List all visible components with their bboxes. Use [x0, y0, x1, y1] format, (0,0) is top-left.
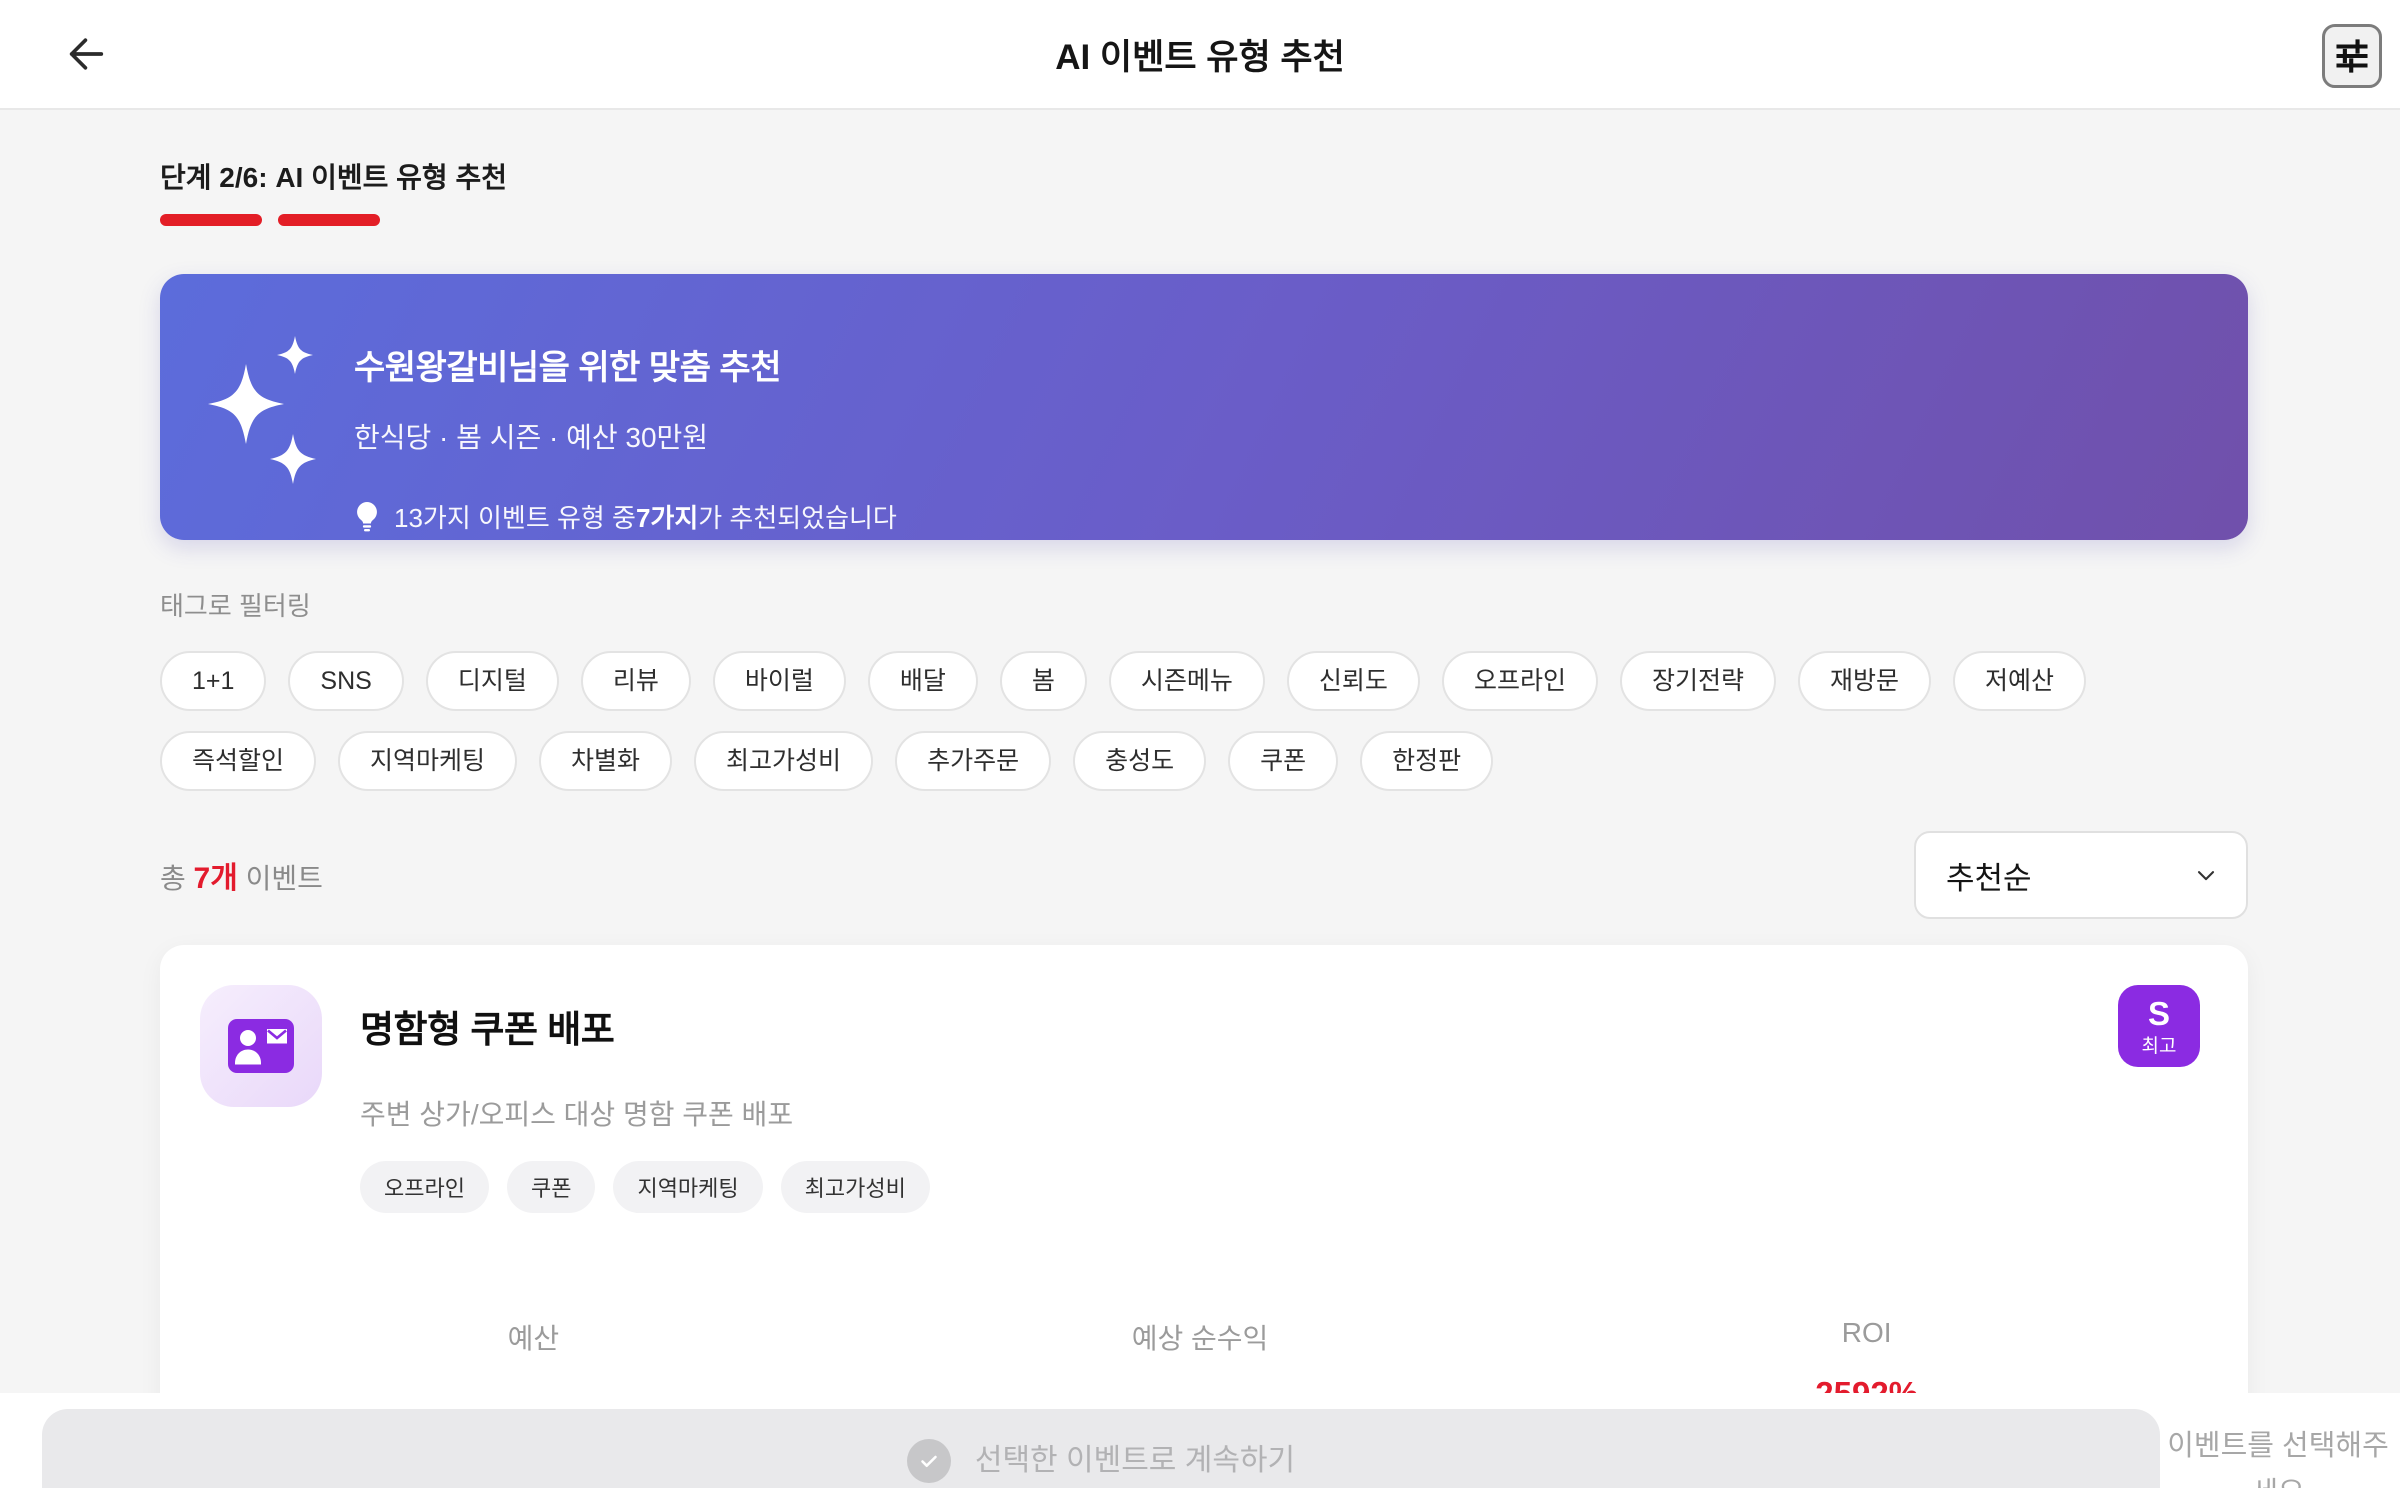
list-header: 총 7개 이벤트 추천순 [160, 831, 2248, 919]
event-tag: 지역마케팅 [613, 1161, 763, 1213]
event-tag-list: 오프라인 쿠폰 지역마케팅 최고가성비 [360, 1161, 2118, 1213]
arrow-left-icon [63, 31, 109, 77]
filter-settings-button[interactable] [2322, 24, 2382, 88]
chevron-down-icon [2192, 861, 2220, 889]
back-button[interactable] [54, 22, 118, 86]
stat-label: ROI [1841, 1317, 1892, 1348]
sparkles-icon [208, 336, 326, 506]
filter-section-label: 태그로 필터링 [160, 591, 311, 621]
filter-chip[interactable]: 최고가성비 [694, 731, 874, 791]
event-title: 명함형 쿠폰 배포 [360, 1009, 615, 1050]
banner-info-prefix: 13가지 이벤트 유형 중 [394, 503, 636, 533]
banner-info: 13가지 이벤트 유형 중 7가지 가 추천되었습니다 [354, 498, 897, 535]
grade-badge: S 최고 [2118, 985, 2200, 1067]
filter-chip[interactable]: 재방문 [1797, 651, 1931, 711]
banner-subtitle: 한식당 · 봄 시즌 · 예산 30만원 [354, 422, 709, 453]
continue-button-label: 선택한 이벤트로 계속하기 [974, 1444, 1296, 1477]
filter-chip[interactable]: 차별화 [539, 731, 673, 791]
filter-chip[interactable]: 신뢰도 [1286, 651, 1420, 711]
bottom-bar: 선택한 이벤트로 계속하기 이벤트를 선택해주세요 [0, 1393, 2400, 1488]
event-tag: 오프라인 [360, 1161, 489, 1213]
step-label: 단계 2/6: AI 이벤트 유형 추천 [160, 162, 507, 193]
stat-label: 예상 순수익 [1131, 1323, 1269, 1354]
sort-dropdown[interactable]: 추천순 [1914, 831, 2248, 919]
lightbulb-icon [354, 501, 380, 532]
filter-chip[interactable]: 장기전략 [1619, 651, 1776, 711]
banner-title: 수원왕갈비님을 위한 맞춤 추천 [354, 349, 781, 387]
filter-chip[interactable]: 저예산 [1952, 651, 2086, 711]
progress-segment [632, 214, 734, 226]
progress-segment [396, 214, 498, 226]
progress-bar [160, 214, 852, 226]
contact-card-icon [200, 985, 322, 1107]
filter-chip[interactable]: 디지털 [425, 651, 559, 711]
banner-info-suffix: 가 추천되었습니다 [698, 503, 897, 533]
filter-chip[interactable]: 한정판 [1360, 731, 1494, 791]
continue-button[interactable]: 선택한 이벤트로 계속하기 [42, 1409, 2160, 1488]
page-title: AI 이벤트 유형 추천 [1055, 37, 1345, 77]
filter-chip[interactable]: 리뷰 [580, 651, 691, 711]
filter-chip[interactable]: SNS [288, 651, 404, 711]
filter-chip[interactable]: 쿠폰 [1228, 731, 1339, 791]
grade-letter: S [2147, 994, 2170, 1032]
filter-chip[interactable]: 1+1 [160, 651, 267, 711]
progress-segment [750, 214, 852, 226]
filter-chip[interactable]: 지역마케팅 [338, 731, 518, 791]
sliders-icon [2333, 37, 2371, 75]
filter-chip[interactable]: 시즌메뉴 [1108, 651, 1265, 711]
filter-chip[interactable]: 오프라인 [1441, 651, 1598, 711]
event-card-head: 명함형 쿠폰 배포 주변 상가/오피스 대상 명함 쿠폰 배포 오프라인 쿠폰 지역… [200, 985, 2200, 1213]
progress-segment [278, 214, 380, 226]
progress-segment [160, 214, 262, 226]
filter-chip[interactable]: 바이럴 [712, 651, 846, 711]
filter-chip[interactable]: 봄 [999, 651, 1087, 711]
page: AI 이벤트 유형 추천 단계 2/6: AI 이벤트 유형 추천 수원왕갈비님… [0, 0, 2400, 1488]
event-count: 총 7개 이벤트 [160, 862, 323, 895]
event-description: 주변 상가/오피스 대상 명함 쿠폰 배포 [360, 1099, 794, 1130]
banner-texts: 수원왕갈비님을 위한 맞춤 추천 한식당 · 봄 시즌 · 예산 30만원 13… [354, 318, 897, 540]
filter-chip[interactable]: 배달 [867, 651, 978, 711]
filter-chip[interactable]: 충성도 [1073, 731, 1207, 791]
stat-label: 예산 [507, 1323, 560, 1354]
event-count-number: 7개 [193, 862, 238, 895]
header: AI 이벤트 유형 추천 [0, 0, 2400, 110]
progress-segment [514, 214, 616, 226]
filter-chip[interactable]: 즉석할인 [160, 731, 317, 791]
filter-chip-list: 1+1 SNS 디지털 리뷰 바이럴 배달 봄 시즌메뉴 신뢰도 오프라인 장기전략 재방문 저예산즉석… [160, 651, 2248, 791]
main-content: 단계 2/6: AI 이벤트 유형 추천 수원왕갈비님을 위한 맞춤 추천 한식… [160, 110, 2248, 1488]
banner-info-highlight: 7가지 [635, 503, 699, 533]
filter-chip[interactable]: 추가주문 [895, 731, 1052, 791]
ai-recommendation-banner: 수원왕갈비님을 위한 맞춤 추천 한식당 · 봄 시즌 · 예산 30만원 13… [160, 274, 2248, 540]
check-circle-icon [906, 1439, 951, 1483]
event-tag: 쿠폰 [506, 1161, 596, 1213]
selection-hint: 이벤트를 선택해주세요 [2167, 1430, 2389, 1488]
sort-selected-value: 추천순 [1946, 860, 2032, 896]
grade-label: 최고 [2141, 1035, 2177, 1057]
event-card-texts: 명함형 쿠폰 배포 주변 상가/오피스 대상 명함 쿠폰 배포 오프라인 쿠폰 지역… [360, 985, 2118, 1213]
event-tag: 최고가성비 [780, 1161, 930, 1213]
